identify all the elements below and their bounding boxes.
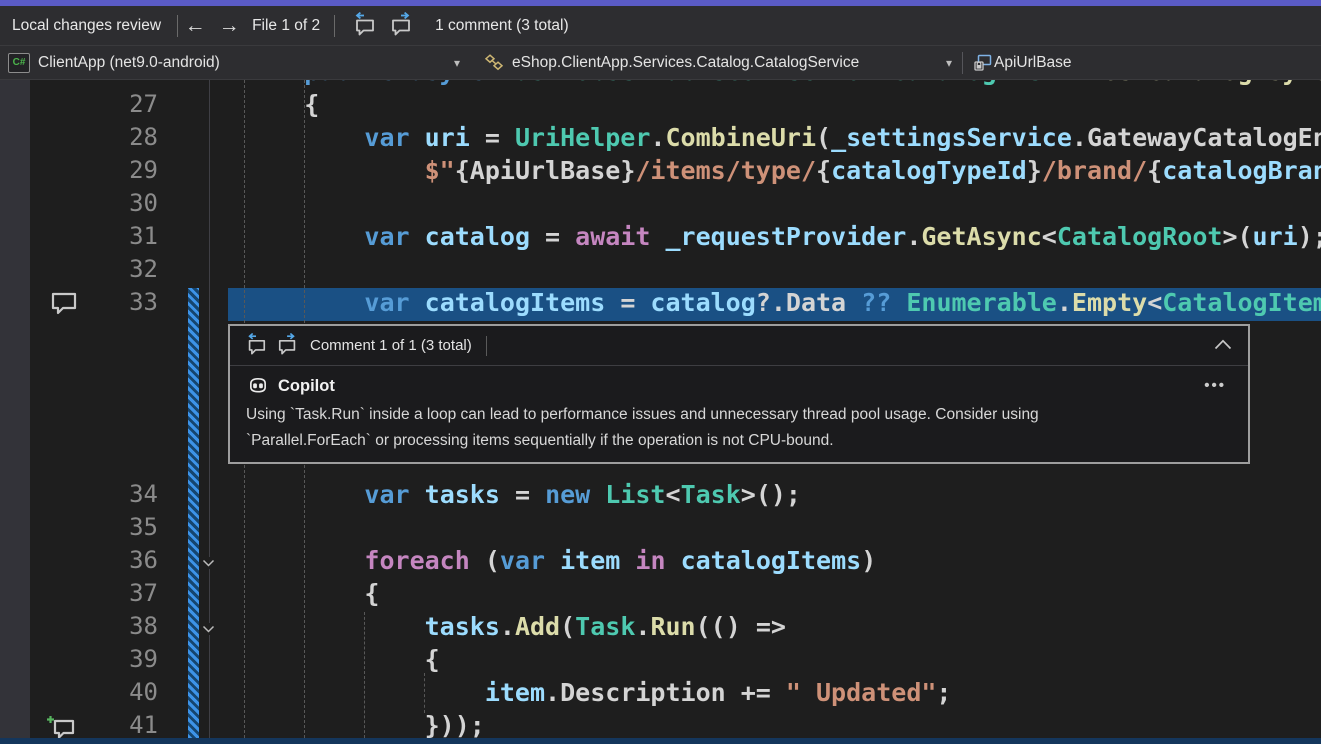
comment-overflow-menu-button[interactable]: ••• xyxy=(1198,380,1232,392)
comment-panel-body: Copilot ••• Using `Task.Run` inside a lo… xyxy=(230,366,1248,454)
code-line-37[interactable]: { xyxy=(244,579,379,612)
file-indicator: File 1 of 2 xyxy=(252,17,320,35)
class-icon xyxy=(484,53,504,72)
member-selector[interactable]: ApiUrlBase xyxy=(973,53,1072,72)
comment-counter-label: Comment 1 of 1 (3 total) xyxy=(310,337,472,354)
code-line-27[interactable]: { xyxy=(244,90,319,123)
fold-chevron-icon[interactable] xyxy=(199,623,217,635)
next-comment-button[interactable] xyxy=(276,333,300,358)
collapse-panel-button[interactable] xyxy=(1212,336,1234,355)
code-editor[interactable]: 272829303132333435363738394041 public as… xyxy=(0,80,1321,738)
csharp-project-icon: C# xyxy=(8,53,30,73)
previous-file-button[interactable]: ← xyxy=(178,15,212,36)
navigation-bar: C# ClientApp (net9.0-android) ▾ eShop.Cl… xyxy=(0,46,1321,80)
next-comment-button[interactable] xyxy=(389,12,415,39)
review-toolbar: Local changes review ← → File 1 of 2 xyxy=(0,6,1321,46)
comment-panel-header: Comment 1 of 1 (3 total) xyxy=(230,326,1248,366)
toolbar-divider xyxy=(334,15,335,37)
code-line-29[interactable]: $"{ApiUrlBase}/items/type/{catalogTypeId… xyxy=(244,156,1321,189)
field-lock-icon xyxy=(973,53,994,72)
chevron-up-icon xyxy=(1214,338,1232,353)
code-line-40[interactable]: item.Description += " Updated"; xyxy=(244,678,951,711)
previous-comment-button[interactable] xyxy=(351,12,377,39)
comment-text: Using `Task.Run` inside a loop can lead … xyxy=(246,402,1232,454)
comment-author-row: Copilot ••• xyxy=(246,372,1232,400)
member-label: ApiUrlBase xyxy=(994,54,1072,72)
comments-summary: 1 comment (3 total) xyxy=(435,17,569,35)
add-comment-icon[interactable] xyxy=(46,715,76,738)
project-dropdown-chevron-icon[interactable]: ▾ xyxy=(454,56,470,70)
next-comment-icon xyxy=(389,12,415,39)
code-line-39[interactable]: { xyxy=(244,645,440,678)
previous-comment-button[interactable] xyxy=(244,333,268,358)
code-line-partial[interactable]: public async Task<ObservableCollection<C… xyxy=(244,80,1321,90)
code-line-31[interactable]: var catalog = await _requestProvider.Get… xyxy=(244,222,1321,255)
project-label: ClientApp (net9.0-android) xyxy=(38,54,220,72)
next-file-button[interactable]: → xyxy=(212,15,246,36)
window-bottom-accent-border xyxy=(0,738,1321,744)
review-title: Local changes review xyxy=(12,17,161,35)
vs-local-changes-review-window: Local changes review ← → File 1 of 2 xyxy=(0,0,1321,744)
type-label: eShop.ClientApp.Services.Catalog.Catalog… xyxy=(512,54,859,72)
copilot-icon xyxy=(246,375,270,397)
comment-author: Copilot xyxy=(278,377,335,396)
comment-panel: Comment 1 of 1 (3 total) xyxy=(228,324,1250,464)
comment-indicator-icon[interactable] xyxy=(50,291,80,318)
next-comment-icon xyxy=(276,333,300,358)
code-line-36[interactable]: foreach (var item in catalogItems) xyxy=(244,546,876,579)
navbar-divider xyxy=(962,52,963,74)
code-line-33[interactable]: var catalogItems = catalog?.Data ?? Enum… xyxy=(244,288,1321,321)
header-divider xyxy=(486,336,487,356)
project-selector[interactable]: C# ClientApp (net9.0-android) ▾ xyxy=(8,46,470,79)
comment-text-line1: Using `Task.Run` inside a loop can lead … xyxy=(246,406,1039,423)
type-selector[interactable]: eShop.ClientApp.Services.Catalog.Catalog… xyxy=(484,46,962,79)
code-line-38[interactable]: tasks.Add(Task.Run(() => xyxy=(244,612,786,645)
previous-comment-icon xyxy=(244,333,268,358)
previous-comment-icon xyxy=(351,12,377,39)
fold-chevron-icon[interactable] xyxy=(199,557,217,569)
code-line-28[interactable]: var uri = UriHelper.CombineUri(_settings… xyxy=(244,123,1321,156)
code-line-41[interactable]: })); xyxy=(244,711,485,738)
comment-text-line2: `Parallel.ForEach` or processing items s… xyxy=(246,432,834,449)
code-line-34[interactable]: var tasks = new List<Task>(); xyxy=(244,480,801,513)
type-dropdown-chevron-icon[interactable]: ▾ xyxy=(946,56,962,70)
